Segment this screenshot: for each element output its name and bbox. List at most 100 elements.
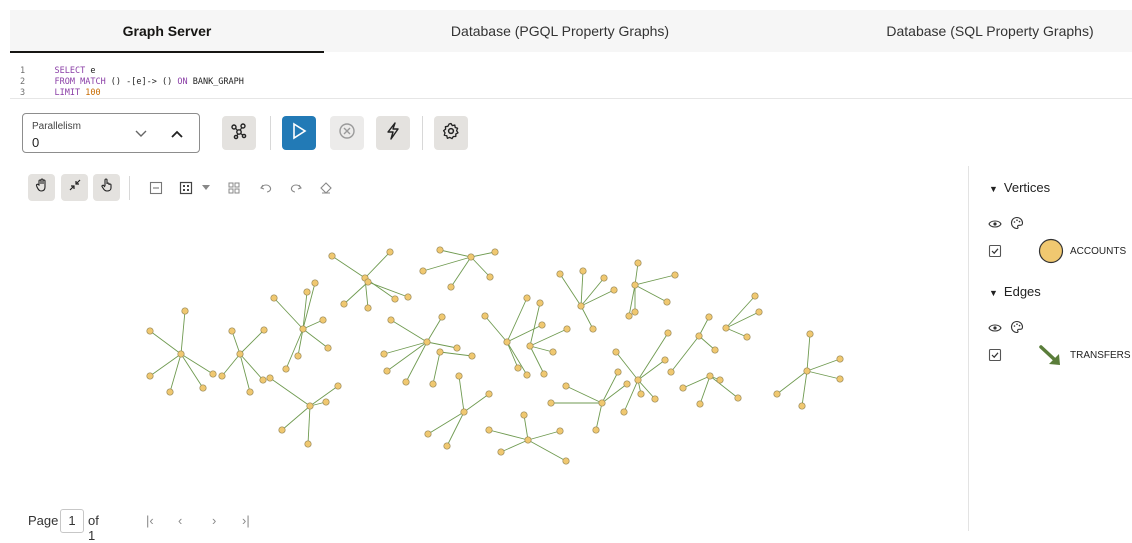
graph-vertex[interactable] [260,326,268,334]
graph-vertex[interactable] [468,352,476,360]
graph-vertex[interactable] [299,325,307,333]
graph-vertex[interactable] [523,294,531,302]
graph-vertex[interactable] [614,368,622,376]
first-page-icon[interactable]: |‹ [146,513,154,528]
graph-vertex[interactable] [166,388,174,396]
cancel-query-button[interactable] [330,116,364,150]
graph-vertex[interactable] [671,271,679,279]
graph-vertex[interactable] [364,278,372,286]
graph-vertex[interactable] [294,352,302,360]
run-query-button[interactable] [282,116,316,150]
graph-vertex[interactable] [322,398,330,406]
graph-edge[interactable] [506,341,519,369]
graph-vertex[interactable] [199,384,207,392]
graph-vertex[interactable] [798,402,806,410]
edges-checkbox[interactable] [987,347,1003,363]
graph-edge[interactable] [527,439,567,462]
graph-edge[interactable] [580,277,605,307]
graph-vertex[interactable] [236,350,244,358]
graph-edge[interactable] [149,353,182,377]
graph-edge[interactable] [506,324,543,343]
graph-edge[interactable] [297,328,304,357]
graph-edge[interactable] [386,341,428,372]
graph-vertex[interactable] [562,457,570,465]
graph-edge[interactable] [801,370,808,407]
graph-vertex[interactable] [803,367,811,375]
graph-vertex[interactable] [423,338,431,346]
graph-edge[interactable] [180,353,214,375]
graph-edge[interactable] [364,251,391,279]
graph-vertex[interactable] [497,448,505,456]
graph-vertex[interactable] [424,430,432,438]
graph-edge[interactable] [343,281,369,305]
graph-vertex[interactable] [303,288,311,296]
graph-edge[interactable] [529,345,545,375]
graph-vertex[interactable] [549,348,557,356]
graph-vertex[interactable] [485,426,493,434]
graph-vertex[interactable] [623,380,631,388]
graph-vertex[interactable] [146,372,154,380]
graph-vertex[interactable] [836,375,844,383]
graph-vertex[interactable] [334,382,342,390]
graph-vertex[interactable] [380,350,388,358]
graph-vertex[interactable] [324,344,332,352]
edges-section-header[interactable]: ▼ Edges [989,284,1041,299]
graph-canvas[interactable] [10,166,968,502]
eye-icon[interactable] [987,216,1003,232]
graph-edge[interactable] [463,393,490,413]
graph-edge[interactable] [484,315,508,343]
graph-vertex[interactable] [538,321,546,329]
graph-vertex[interactable] [524,436,532,444]
graph-vertex[interactable] [716,376,724,384]
graph-edge[interactable] [595,402,603,431]
graph-edge[interactable] [523,414,529,441]
graph-vertex[interactable] [481,312,489,320]
graph-vertex[interactable] [625,312,633,320]
graph-vertex[interactable] [722,324,730,332]
graph-edge[interactable] [634,274,676,286]
graph-edge[interactable] [302,291,308,330]
graph-edge[interactable] [180,310,186,355]
graph-edge[interactable] [439,249,472,258]
graph-vertex[interactable] [319,316,327,324]
graph-edge[interactable] [559,273,582,307]
graph-edge[interactable] [269,377,311,407]
graph-vertex[interactable] [540,370,548,378]
graph-vertex[interactable] [600,274,608,282]
graph-edge[interactable] [776,370,808,395]
graph-vertex[interactable] [634,376,642,384]
graph-vertex[interactable] [592,426,600,434]
graph-edge[interactable] [273,297,304,330]
graph-vertex[interactable] [486,273,494,281]
graph-vertex[interactable] [663,298,671,306]
graph-vertex[interactable] [419,267,427,275]
chevron-down-icon[interactable] [133,125,149,141]
graph-vertex[interactable] [443,442,451,450]
tab-pgql-property-graphs[interactable]: Database (PGQL Property Graphs) [410,10,710,52]
graph-vertex[interactable] [751,292,759,300]
graph-vertex[interactable] [520,411,528,419]
graph-vertex[interactable] [620,408,628,416]
graph-vertex[interactable] [610,286,618,294]
graph-edge[interactable] [806,358,841,372]
graph-edge[interactable] [565,385,603,404]
graph-edge[interactable] [637,332,669,381]
graph-vertex[interactable] [547,399,555,407]
graph-vertex[interactable] [755,308,763,316]
graph-vertex[interactable] [562,382,570,390]
parallelism-value[interactable]: 0 [32,135,39,150]
palette-icon[interactable] [1009,215,1025,231]
graph-edge[interactable] [426,341,458,349]
graph-vertex[interactable] [228,327,236,335]
graph-vertex[interactable] [695,332,703,340]
graph-vertex[interactable] [612,348,620,356]
eye-icon[interactable] [987,320,1003,336]
graph-vertex[interactable] [304,440,312,448]
graph-edge[interactable] [725,311,760,329]
graph-edge[interactable] [506,297,528,343]
graph-vertex[interactable] [266,374,274,382]
graph-vertex[interactable] [402,378,410,386]
tab-sql-property-graphs[interactable]: Database (SQL Property Graphs) [840,10,1132,52]
graph-vertex[interactable] [453,344,461,352]
graph-edge[interactable] [231,330,241,355]
